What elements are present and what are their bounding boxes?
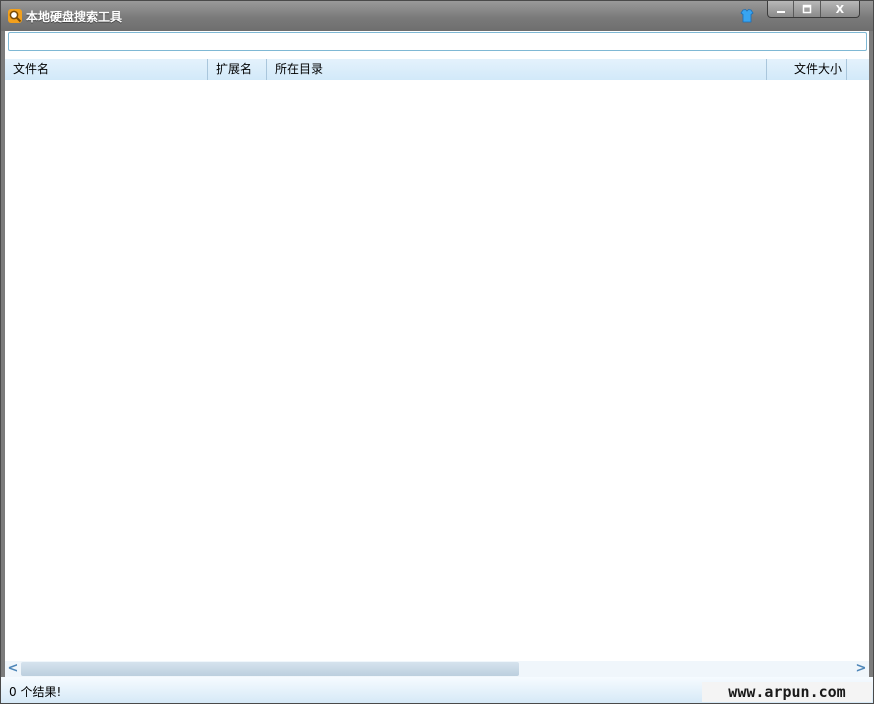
app-window: 本地硬盘搜索工具 X 文件名 扩展名 所在目录 文件大小 < > 0 个结果! bbox=[0, 0, 874, 704]
horizontal-scrollbar[interactable]: < > bbox=[5, 661, 869, 677]
title-bar[interactable]: 本地硬盘搜索工具 X bbox=[1, 1, 873, 31]
search-bar bbox=[5, 31, 869, 55]
column-label: 所在目录 bbox=[275, 62, 324, 76]
scroll-thumb[interactable] bbox=[21, 662, 519, 676]
results-list[interactable]: 文件名 扩展名 所在目录 文件大小 bbox=[5, 55, 869, 661]
column-label: 文件大小 bbox=[793, 62, 842, 76]
scroll-right-button[interactable]: > bbox=[853, 661, 869, 677]
close-button[interactable]: X bbox=[821, 1, 859, 17]
chevron-right-icon: > bbox=[855, 661, 867, 676]
maximize-icon bbox=[802, 4, 812, 14]
column-label: 文件名 bbox=[13, 62, 50, 76]
column-header-filename[interactable]: 文件名 bbox=[5, 59, 208, 80]
maximize-button[interactable] bbox=[794, 1, 821, 17]
search-input[interactable] bbox=[8, 32, 867, 51]
result-count: 0 个结果! bbox=[9, 685, 62, 699]
search-magnifier-icon bbox=[8, 9, 22, 23]
close-icon: X bbox=[835, 2, 845, 16]
skin-shirt-icon[interactable] bbox=[739, 8, 755, 24]
column-header-extension[interactable]: 扩展名 bbox=[208, 59, 267, 80]
minimize-icon bbox=[776, 11, 785, 13]
list-header: 文件名 扩展名 所在目录 文件大小 bbox=[5, 59, 869, 80]
window-controls: X bbox=[767, 1, 860, 18]
chevron-left-icon: < bbox=[7, 661, 19, 676]
column-header-directory[interactable]: 所在目录 bbox=[267, 59, 767, 80]
watermark: www.arpun.com bbox=[702, 682, 872, 702]
column-label: 扩展名 bbox=[216, 62, 253, 76]
window-title: 本地硬盘搜索工具 bbox=[26, 10, 123, 24]
scroll-left-button[interactable]: < bbox=[5, 661, 21, 677]
column-header-filesize[interactable]: 文件大小 bbox=[767, 59, 847, 80]
minimize-button[interactable] bbox=[768, 1, 795, 17]
